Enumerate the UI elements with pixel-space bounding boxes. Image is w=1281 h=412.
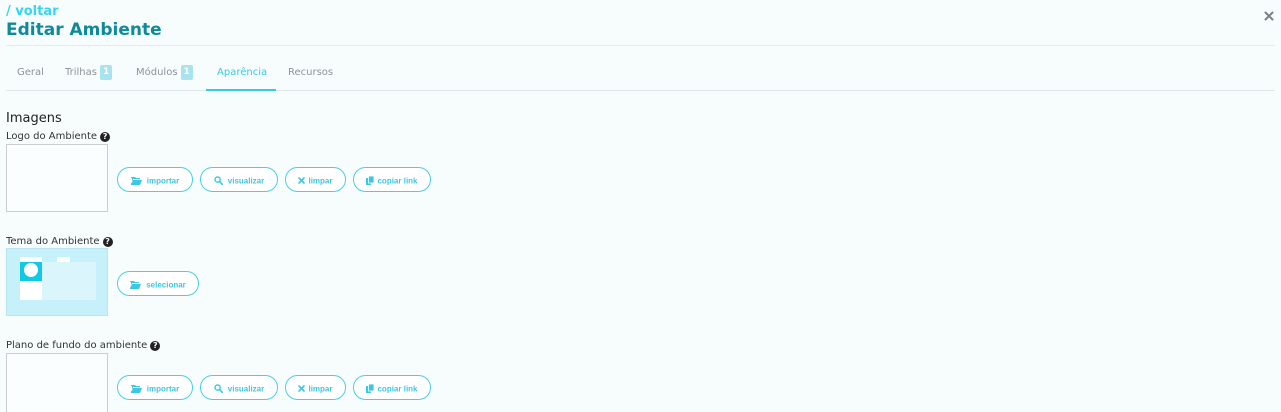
tab-recursos[interactable]: Recursos: [277, 58, 344, 90]
background-copy-link-button[interactable]: copiar link: [353, 375, 431, 400]
copy-icon: [366, 384, 375, 394]
theme-select-button[interactable]: selecionar: [117, 271, 199, 296]
header-divider: [6, 45, 1275, 46]
logo-copy-link-button[interactable]: copiar link: [353, 167, 431, 192]
tab-label: Módulos: [136, 67, 178, 78]
button-label: importar: [146, 384, 180, 394]
folder-open-icon: [130, 176, 142, 185]
theme-thumbnail: [7, 249, 107, 315]
button-label: visualizar: [227, 176, 265, 186]
search-icon: [214, 384, 223, 394]
page-title: Editar Ambiente: [6, 20, 162, 40]
button-label: importar: [146, 176, 180, 186]
close-icon: [298, 177, 306, 185]
help-icon[interactable]: ?: [102, 237, 113, 247]
background-preview: [6, 353, 108, 412]
folder-open-icon: [130, 280, 142, 289]
tab-label: Trilhas: [65, 67, 97, 78]
back-link[interactable]: / voltar: [6, 4, 59, 19]
logo-clear-button[interactable]: limpar: [285, 167, 346, 192]
theme-label-text: Tema do Ambiente: [6, 236, 100, 247]
tab-label: Aparência: [217, 67, 268, 78]
search-icon: [214, 176, 223, 186]
tab-count-badge: 1: [99, 65, 113, 80]
background-clear-button[interactable]: limpar: [285, 375, 346, 400]
button-label: copiar link: [377, 384, 418, 394]
logo-preview: [6, 144, 108, 212]
tab-modulos[interactable]: Módulos 1: [125, 58, 204, 90]
logo-field-label: Logo do Ambiente?: [6, 131, 111, 143]
background-view-button[interactable]: visualizar: [200, 375, 278, 400]
copy-icon: [366, 176, 375, 186]
tab-geral[interactable]: Geral: [6, 58, 55, 90]
button-label: limpar: [308, 384, 333, 394]
tab-count-badge: 1: [180, 65, 193, 80]
theme-field-label: Tema do Ambiente?: [6, 236, 113, 248]
tab-label: Geral: [17, 67, 44, 78]
button-label: selecionar: [146, 280, 186, 290]
tab-label: Recursos: [288, 67, 334, 78]
help-icon[interactable]: ?: [100, 132, 111, 142]
close-icon[interactable]: [1263, 9, 1275, 23]
tab-trilhas[interactable]: Trilhas 1: [54, 58, 123, 90]
theme-preview[interactable]: [6, 248, 108, 316]
tab-bar-divider: [6, 90, 1275, 91]
help-icon[interactable]: ?: [150, 341, 161, 351]
button-label: visualizar: [227, 384, 265, 394]
edit-environment-page: / voltar Editar Ambiente Geral Trilhas 1 …: [0, 0, 1281, 412]
folder-open-icon: [130, 384, 142, 393]
tab-bar: Geral Trilhas 1 Módulos 1 Aparência Recurs…: [6, 58, 1275, 91]
logo-label-text: Logo do Ambiente: [6, 131, 98, 142]
button-label: limpar: [308, 176, 333, 186]
background-label-text: Plano de fundo do ambiente: [6, 340, 148, 351]
logo-import-button[interactable]: importar: [117, 167, 193, 192]
background-field-label: Plano de fundo do ambiente?: [6, 340, 161, 352]
tab-aparencia[interactable]: Aparência: [206, 58, 276, 91]
close-icon: [298, 385, 306, 393]
background-import-button[interactable]: importar: [117, 375, 193, 400]
button-label: copiar link: [377, 176, 418, 186]
section-title: Imagens: [6, 111, 62, 126]
logo-view-button[interactable]: visualizar: [200, 167, 278, 192]
